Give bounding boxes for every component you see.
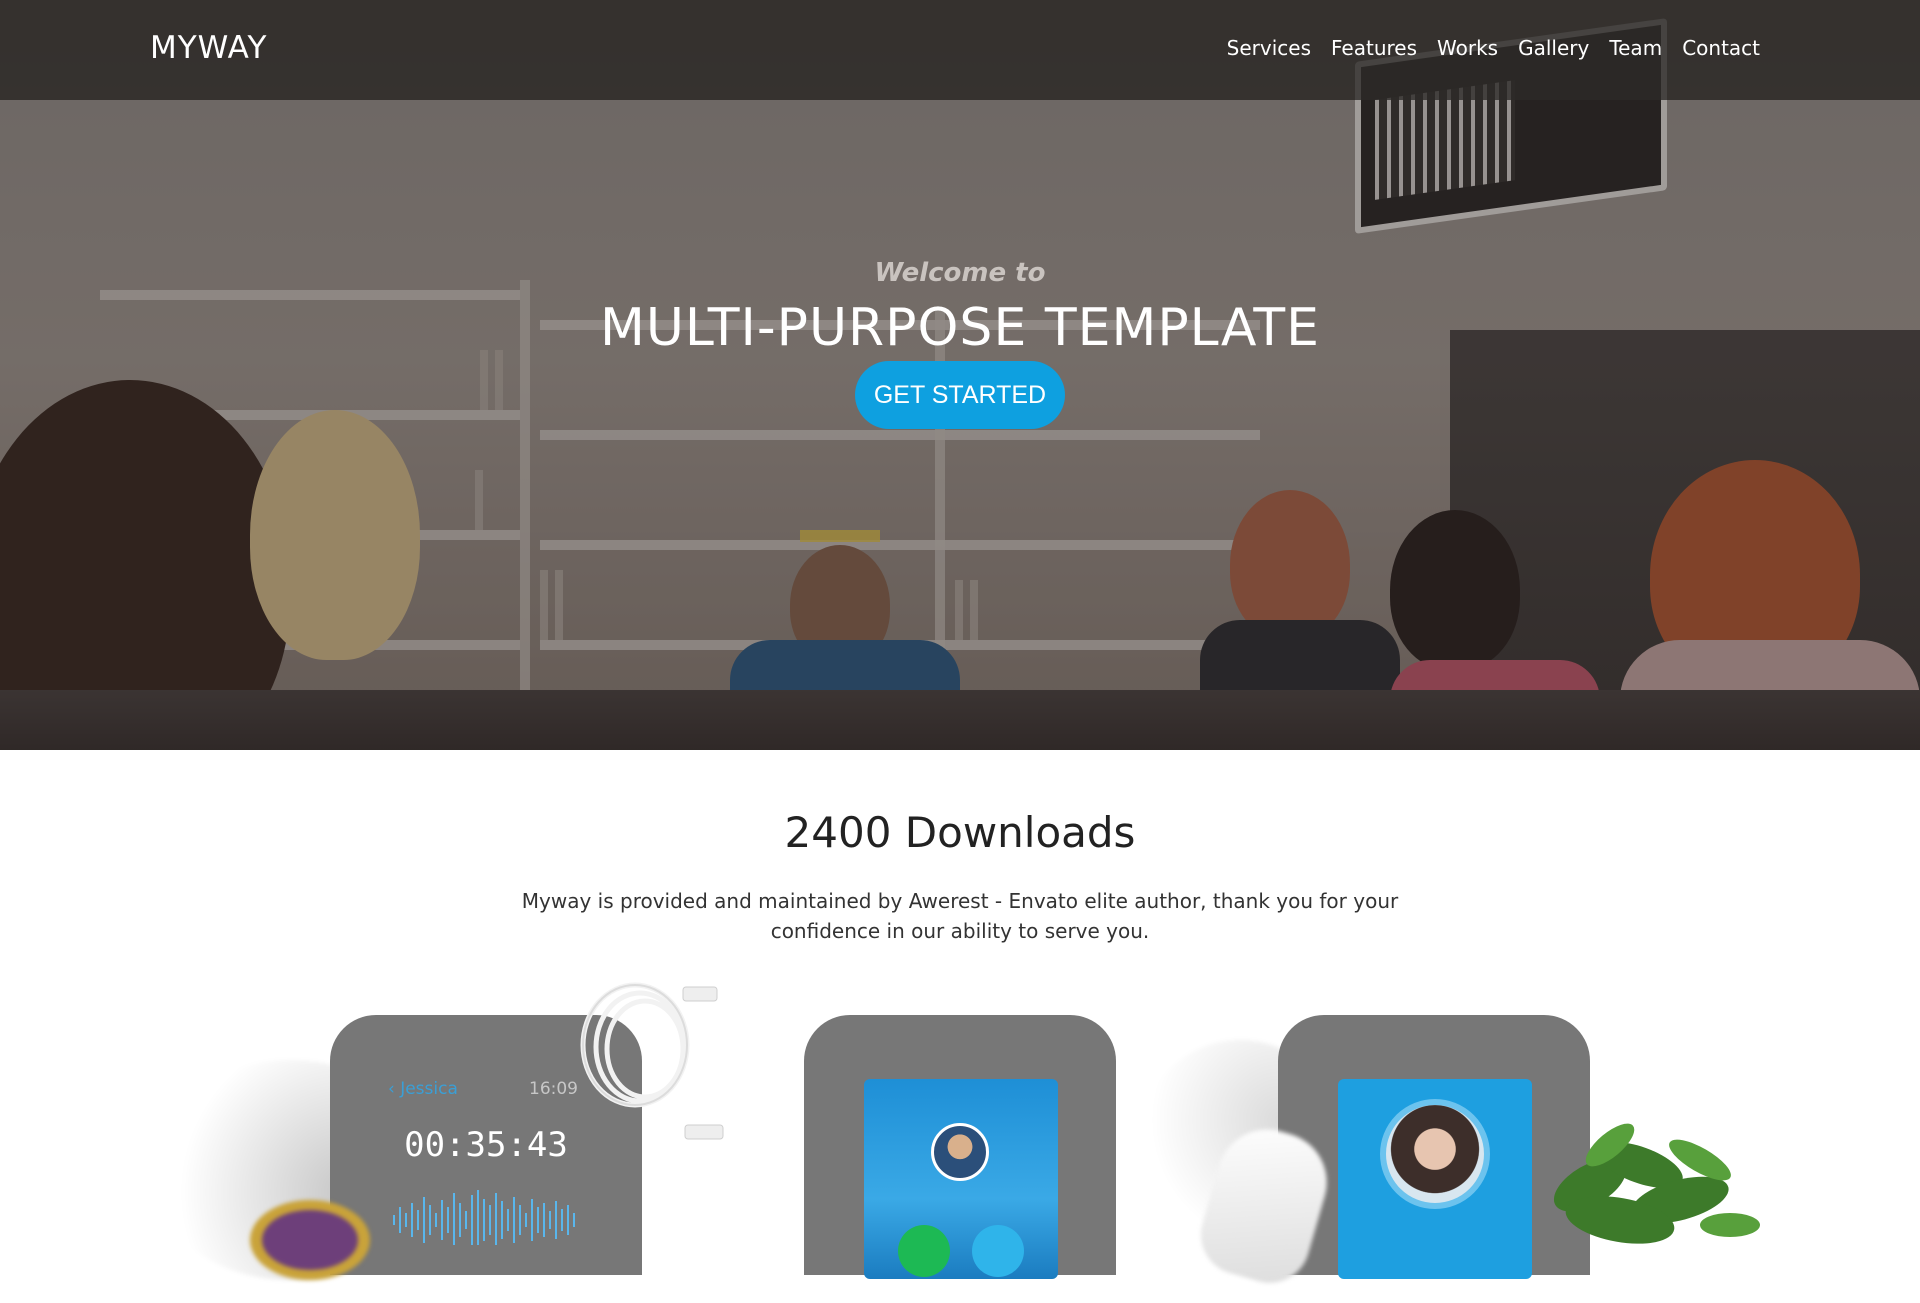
nav-link-works[interactable]: Works	[1437, 36, 1498, 60]
call-screen	[864, 1079, 1058, 1279]
charging-cable-image	[580, 982, 724, 1140]
nav-link-contact[interactable]: Contact	[1682, 36, 1760, 60]
video-call-screen: 00:31	[1338, 1079, 1532, 1303]
main-nav: Services Features Works Gallery Team Con…	[1227, 36, 1760, 60]
device-call	[804, 1015, 1116, 1279]
audio-waveform	[393, 1190, 575, 1245]
caller-avatar	[931, 1123, 989, 1181]
reply-call-button[interactable]	[972, 1225, 1024, 1277]
video-caller-avatar	[1380, 1099, 1490, 1209]
downloads-description: Myway is provided and maintained by Awer…	[521, 889, 1399, 943]
hero-section: Welcome to MULTI-PURPOSE TEMPLATE GET ST…	[0, 0, 1920, 750]
get-started-button[interactable]: GET STARTED	[855, 361, 1065, 429]
navbar: MYWAY Services Features Works Gallery Te…	[0, 0, 1920, 100]
plant-image	[1553, 1123, 1760, 1244]
downloads-title: 2400 Downloads	[784, 808, 1136, 857]
nav-link-team[interactable]: Team	[1609, 36, 1662, 60]
hero-welcome: Welcome to	[874, 258, 1046, 288]
watch-header: ‹ Jessica 16:09	[388, 1079, 578, 1099]
nav-link-services[interactable]: Services	[1227, 36, 1311, 60]
decor-bowl-content	[262, 1210, 358, 1270]
accept-call-button[interactable]	[898, 1225, 950, 1277]
call-duration: 00:31	[1411, 1285, 1459, 1303]
contact-back-link[interactable]: ‹ Jessica	[388, 1079, 458, 1099]
nav-link-features[interactable]: Features	[1331, 36, 1417, 60]
hero-headline: MULTI-PURPOSE TEMPLATE	[600, 298, 1320, 358]
nav-link-gallery[interactable]: Gallery	[1518, 36, 1589, 60]
brand-logo[interactable]: MYWAY	[150, 30, 267, 66]
